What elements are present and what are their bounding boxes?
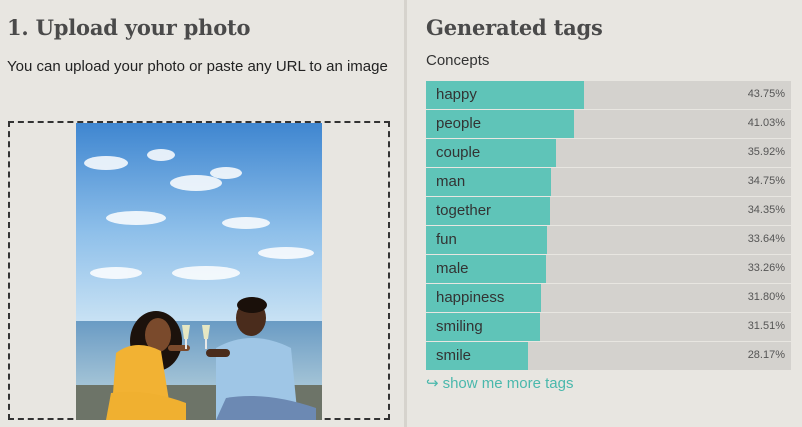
- concepts-subheading: Concepts: [426, 52, 490, 69]
- page: 1. Upload your photo You can upload your…: [0, 0, 802, 427]
- tag-label: man: [436, 173, 466, 190]
- uploaded-photo: [76, 123, 322, 420]
- photo-dropzone[interactable]: [8, 121, 390, 420]
- tag-percentage: 43.75%: [747, 88, 785, 100]
- upload-title: 1. Upload your photo: [7, 15, 251, 40]
- show-more-label: show me more tags: [442, 375, 574, 392]
- tag-percentage: 41.03%: [747, 117, 785, 129]
- tag-percentage: 31.51%: [747, 320, 785, 332]
- tag-label: happy: [436, 86, 477, 103]
- tag-row[interactable]: male 33.26%: [426, 255, 791, 283]
- tag-label: smile: [436, 347, 472, 364]
- tag-label: fun: [436, 231, 457, 248]
- tag-label: happiness: [436, 289, 505, 306]
- tag-percentage: 34.75%: [747, 175, 785, 187]
- tag-row[interactable]: smile 28.17%: [426, 342, 791, 370]
- tags-panel: Generated tags Concepts happy 43.75% peopl…: [407, 0, 802, 427]
- tag-row[interactable]: man 34.75%: [426, 168, 791, 196]
- tag-list: happy 43.75% people 41.03% couple 35.92% man 34…: [426, 81, 791, 371]
- tag-label: male: [436, 260, 469, 277]
- tag-percentage: 28.17%: [747, 349, 785, 361]
- tags-title: Generated tags: [426, 15, 603, 40]
- tag-percentage: 33.64%: [747, 233, 785, 245]
- tag-percentage: 33.26%: [747, 262, 785, 274]
- tag-percentage: 35.92%: [747, 146, 785, 158]
- tag-label: couple: [436, 144, 481, 161]
- tag-percentage: 31.80%: [747, 291, 785, 303]
- tag-row[interactable]: people 41.03%: [426, 110, 791, 138]
- tag-row[interactable]: together 34.35%: [426, 197, 791, 225]
- tag-row[interactable]: happy 43.75%: [426, 81, 791, 109]
- tag-row[interactable]: happiness 31.80%: [426, 284, 791, 312]
- tag-row[interactable]: smiling 31.51%: [426, 313, 791, 341]
- return-arrow-icon: ↪: [426, 375, 439, 392]
- tag-row[interactable]: couple 35.92%: [426, 139, 791, 167]
- tag-label: smiling: [436, 318, 483, 335]
- show-more-tags-link[interactable]: ↪ show me more tags: [426, 374, 573, 392]
- upload-panel: 1. Upload your photo You can upload your…: [0, 0, 404, 427]
- tag-label: together: [436, 202, 492, 219]
- tag-percentage: 34.35%: [747, 204, 785, 216]
- upload-description: You can upload your photo or paste any U…: [7, 58, 388, 75]
- tag-label: people: [436, 115, 482, 132]
- tag-row[interactable]: fun 33.64%: [426, 226, 791, 254]
